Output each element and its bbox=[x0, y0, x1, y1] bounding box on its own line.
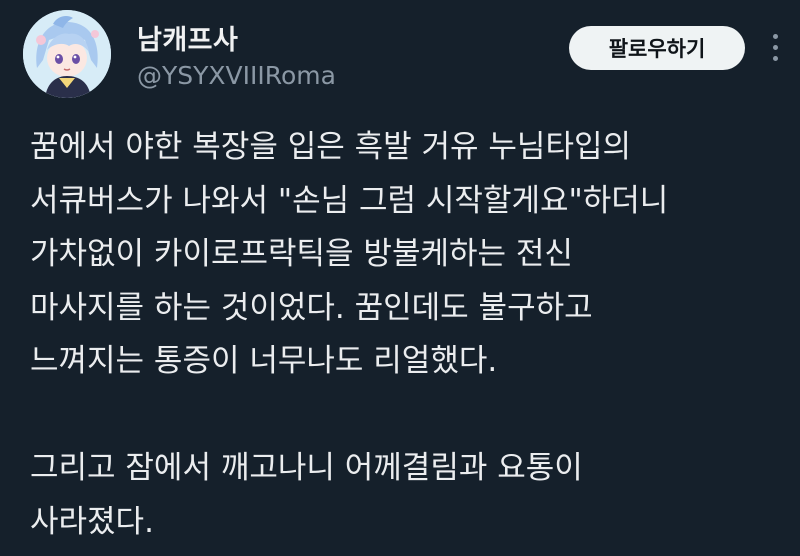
tweet-text-line: 그리고 잠에서 깨고나니 어께결림과 요통이 bbox=[30, 450, 583, 486]
more-options-dot bbox=[773, 45, 778, 50]
display-name[interactable]: 남캐프사 bbox=[137, 18, 238, 57]
anime-character-avatar-icon bbox=[23, 10, 111, 98]
tweet-text-line: 느껴지는 통증이 너무나도 리얼했다. bbox=[30, 343, 498, 379]
follow-button[interactable]: 팔로우하기 bbox=[569, 26, 745, 70]
user-handle[interactable]: @YSYXVIIIRoma bbox=[137, 61, 336, 90]
tweet-text-line: 마사지를 하는 것이었다. 꿈인데도 불구하고 bbox=[30, 289, 593, 326]
more-options-dot bbox=[773, 56, 778, 61]
tweet-card: 남캐프사 @YSYXVIIIRoma 팔로우하기 꿈에서 야한 복장을 입은 흑… bbox=[0, 0, 800, 556]
more-options-dot bbox=[773, 34, 778, 39]
avatar[interactable] bbox=[23, 10, 111, 98]
tweet-text-line: 사라졌다. bbox=[30, 503, 154, 540]
follow-button-label: 팔로우하기 bbox=[608, 37, 706, 61]
tweet-text-line: 꿈에서 야한 복장을 입은 흑발 거유 누님타입의 bbox=[30, 129, 632, 165]
tweet-text-line: 서큐버스가 나와서 "손님 그럼 시작할게요"하더니 bbox=[30, 182, 669, 219]
tweet-text: 꿈에서 야한 복장을 입은 흑발 거유 누님타입의 서큐버스가 나와서 "손님 … bbox=[30, 121, 790, 549]
more-options-icon[interactable] bbox=[764, 30, 788, 66]
tweet-text-line: 가차없이 카이로프락틱을 방불케하는 전신 bbox=[30, 236, 573, 272]
